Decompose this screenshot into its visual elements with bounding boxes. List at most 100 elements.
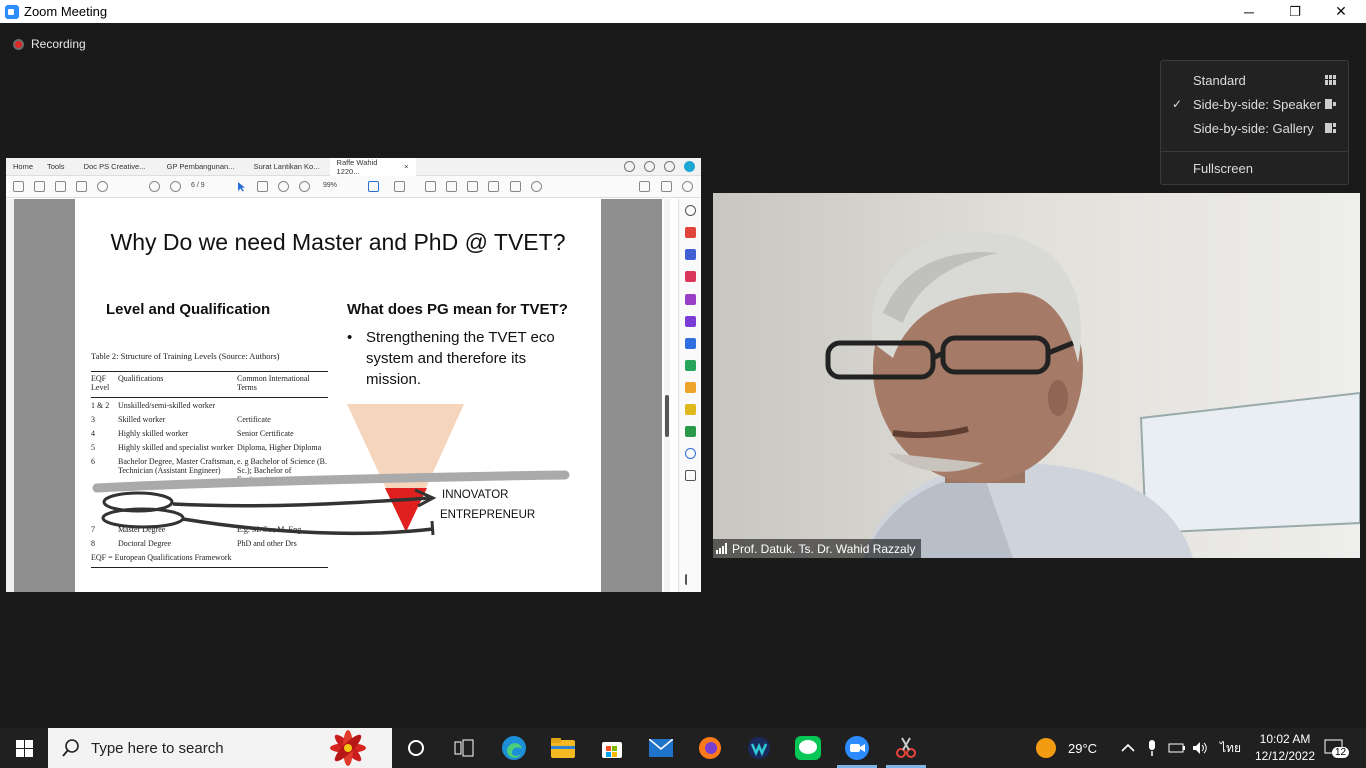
stamp-icon[interactable] — [488, 181, 499, 192]
left-panel-collapse[interactable] — [6, 199, 14, 592]
highlight-icon[interactable] — [467, 181, 478, 192]
help-icon[interactable] — [644, 161, 655, 172]
view-item-label: Standard — [1193, 72, 1246, 88]
tab-document[interactable]: Surat Lantikan Ko... — [244, 158, 330, 176]
compress-icon[interactable] — [685, 382, 696, 393]
windows-logo-icon — [15, 739, 33, 757]
zoom-taskbar-icon[interactable] — [843, 734, 871, 762]
create-pdf-icon[interactable] — [685, 227, 696, 238]
taskbar-clock[interactable]: 10:02 AM 12/12/2022 — [1245, 731, 1325, 765]
speaker-video[interactable]: Prof. Datuk. Ts. Dr. Wahid Razzaly — [713, 193, 1360, 558]
star-icon[interactable] — [34, 181, 45, 192]
select-cursor-icon[interactable] — [236, 181, 247, 192]
cortana-icon[interactable] — [402, 734, 430, 762]
recording-label: Recording — [31, 37, 86, 51]
print-production-icon[interactable] — [685, 426, 696, 437]
account-icon[interactable] — [684, 161, 695, 172]
speaker-name: Prof. Datuk. Ts. Dr. Wahid Razzaly — [732, 541, 916, 556]
page-indicator[interactable]: 6 / 9 — [191, 182, 205, 189]
show-hidden-icons-button[interactable] — [1121, 728, 1135, 768]
upload-icon[interactable] — [55, 181, 66, 192]
page-current[interactable]: 6 — [191, 182, 195, 189]
protect-icon[interactable] — [685, 448, 696, 459]
view-standard-item[interactable]: Standard — [1161, 68, 1348, 92]
tab-document-active[interactable]: Raffe Wahid 1220... × — [329, 157, 416, 176]
tab-home[interactable]: Home — [6, 158, 40, 176]
zoom-level[interactable]: 99% — [323, 182, 337, 189]
speaker-video-frame — [713, 193, 1360, 558]
print-icon[interactable] — [76, 181, 87, 192]
sign-icon[interactable] — [639, 181, 650, 192]
volume-icon[interactable] — [1192, 728, 1208, 768]
hand-icon[interactable] — [257, 181, 268, 192]
delete-icon[interactable] — [510, 181, 521, 192]
entrepreneur-label: ENTREPRENEUR — [440, 509, 536, 521]
recording-indicator[interactable]: Recording — [13, 37, 86, 51]
zoom-in-icon[interactable] — [299, 181, 310, 192]
notification-center-button[interactable]: 12 — [1324, 728, 1350, 768]
weather-widget[interactable]: 29°C — [1036, 728, 1097, 768]
edit-pdf-icon[interactable] — [685, 294, 696, 305]
start-button[interactable] — [0, 728, 48, 768]
export-pdf-icon[interactable] — [685, 338, 696, 349]
zoom-out-icon[interactable] — [278, 181, 289, 192]
innovator-label: INNOVATOR — [442, 489, 509, 501]
page-up-icon[interactable] — [149, 181, 160, 192]
pdf-tab-bar: Home Tools Doc PS Creative... GP Pembang… — [6, 157, 701, 176]
share-icon[interactable] — [624, 161, 635, 172]
save-icon[interactable] — [13, 181, 24, 192]
comment-icon[interactable] — [425, 181, 436, 192]
tab-document[interactable]: Doc PS Creative... — [72, 158, 158, 176]
tab-close-icon[interactable]: × — [404, 162, 408, 171]
mail-icon[interactable] — [661, 181, 672, 192]
pdf-tools-panel — [678, 199, 701, 592]
enhance-scan-icon[interactable] — [685, 360, 696, 371]
bell-icon[interactable] — [664, 161, 675, 172]
battery-icon[interactable] — [1168, 728, 1186, 768]
fit-page-icon[interactable] — [368, 181, 379, 192]
combine-files-icon[interactable] — [685, 249, 696, 260]
webex-icon[interactable] — [745, 734, 773, 762]
input-language[interactable]: ไทย — [1220, 728, 1241, 768]
microphone-icon[interactable] — [1147, 728, 1157, 768]
edge-browser-icon[interactable] — [500, 734, 528, 762]
comment-tool-icon[interactable] — [685, 404, 696, 415]
fill-sign-icon[interactable] — [685, 316, 696, 327]
collapse-panel-icon[interactable] — [685, 574, 696, 585]
notification-count-badge: 12 — [1332, 747, 1350, 758]
more-tools-icon[interactable] — [685, 470, 696, 481]
pen-icon[interactable] — [446, 181, 457, 192]
taskbar-search-box[interactable]: Type here to search — [48, 728, 392, 768]
shared-screen[interactable]: Home Tools Doc PS Creative... GP Pembang… — [6, 157, 701, 592]
organize-pages-icon[interactable] — [685, 271, 696, 282]
file-explorer-icon[interactable] — [549, 734, 577, 762]
view-side-by-side-gallery-item[interactable]: Side-by-side: Gallery — [1161, 116, 1348, 140]
clock-time: 10:02 AM — [1259, 732, 1311, 746]
close-button[interactable]: ✕ — [1318, 0, 1364, 23]
pdf-toolbar: 6 / 9 99% — [6, 176, 701, 198]
zoom-tool-icon[interactable] — [685, 205, 696, 216]
snipping-tool-icon[interactable] — [892, 734, 920, 762]
zoom-search-icon[interactable] — [97, 181, 108, 192]
tab-document[interactable]: GP Pembangunan... — [158, 158, 244, 176]
firefox-icon[interactable] — [696, 734, 724, 762]
task-view-icon[interactable] — [450, 734, 478, 762]
windows-taskbar: Type here to search 29°C ไทย 10:02 AM 12… — [0, 728, 1366, 768]
page-down-icon[interactable] — [170, 181, 181, 192]
rotate-icon[interactable] — [531, 181, 542, 192]
view-fullscreen-item[interactable]: Fullscreen — [1161, 156, 1348, 180]
restore-button[interactable]: ❐ — [1272, 0, 1318, 23]
minimize-button[interactable]: ─ — [1226, 0, 1272, 23]
sun-icon — [1036, 738, 1056, 758]
tab-tools[interactable]: Tools — [40, 158, 72, 176]
menu-divider — [1161, 151, 1348, 152]
mail-app-icon[interactable] — [647, 734, 675, 762]
microsoft-store-icon[interactable] — [598, 734, 626, 762]
scrollbar-thumb[interactable] — [665, 395, 669, 437]
document-scrollbar[interactable] — [664, 199, 670, 592]
user-icon[interactable] — [682, 181, 693, 192]
view-side-by-side-speaker-item[interactable]: ✓ Side-by-side: Speaker — [1161, 92, 1348, 116]
line-app-icon[interactable] — [794, 734, 822, 762]
scroll-mode-icon[interactable] — [394, 181, 405, 192]
connection-strength-icon — [716, 543, 727, 554]
